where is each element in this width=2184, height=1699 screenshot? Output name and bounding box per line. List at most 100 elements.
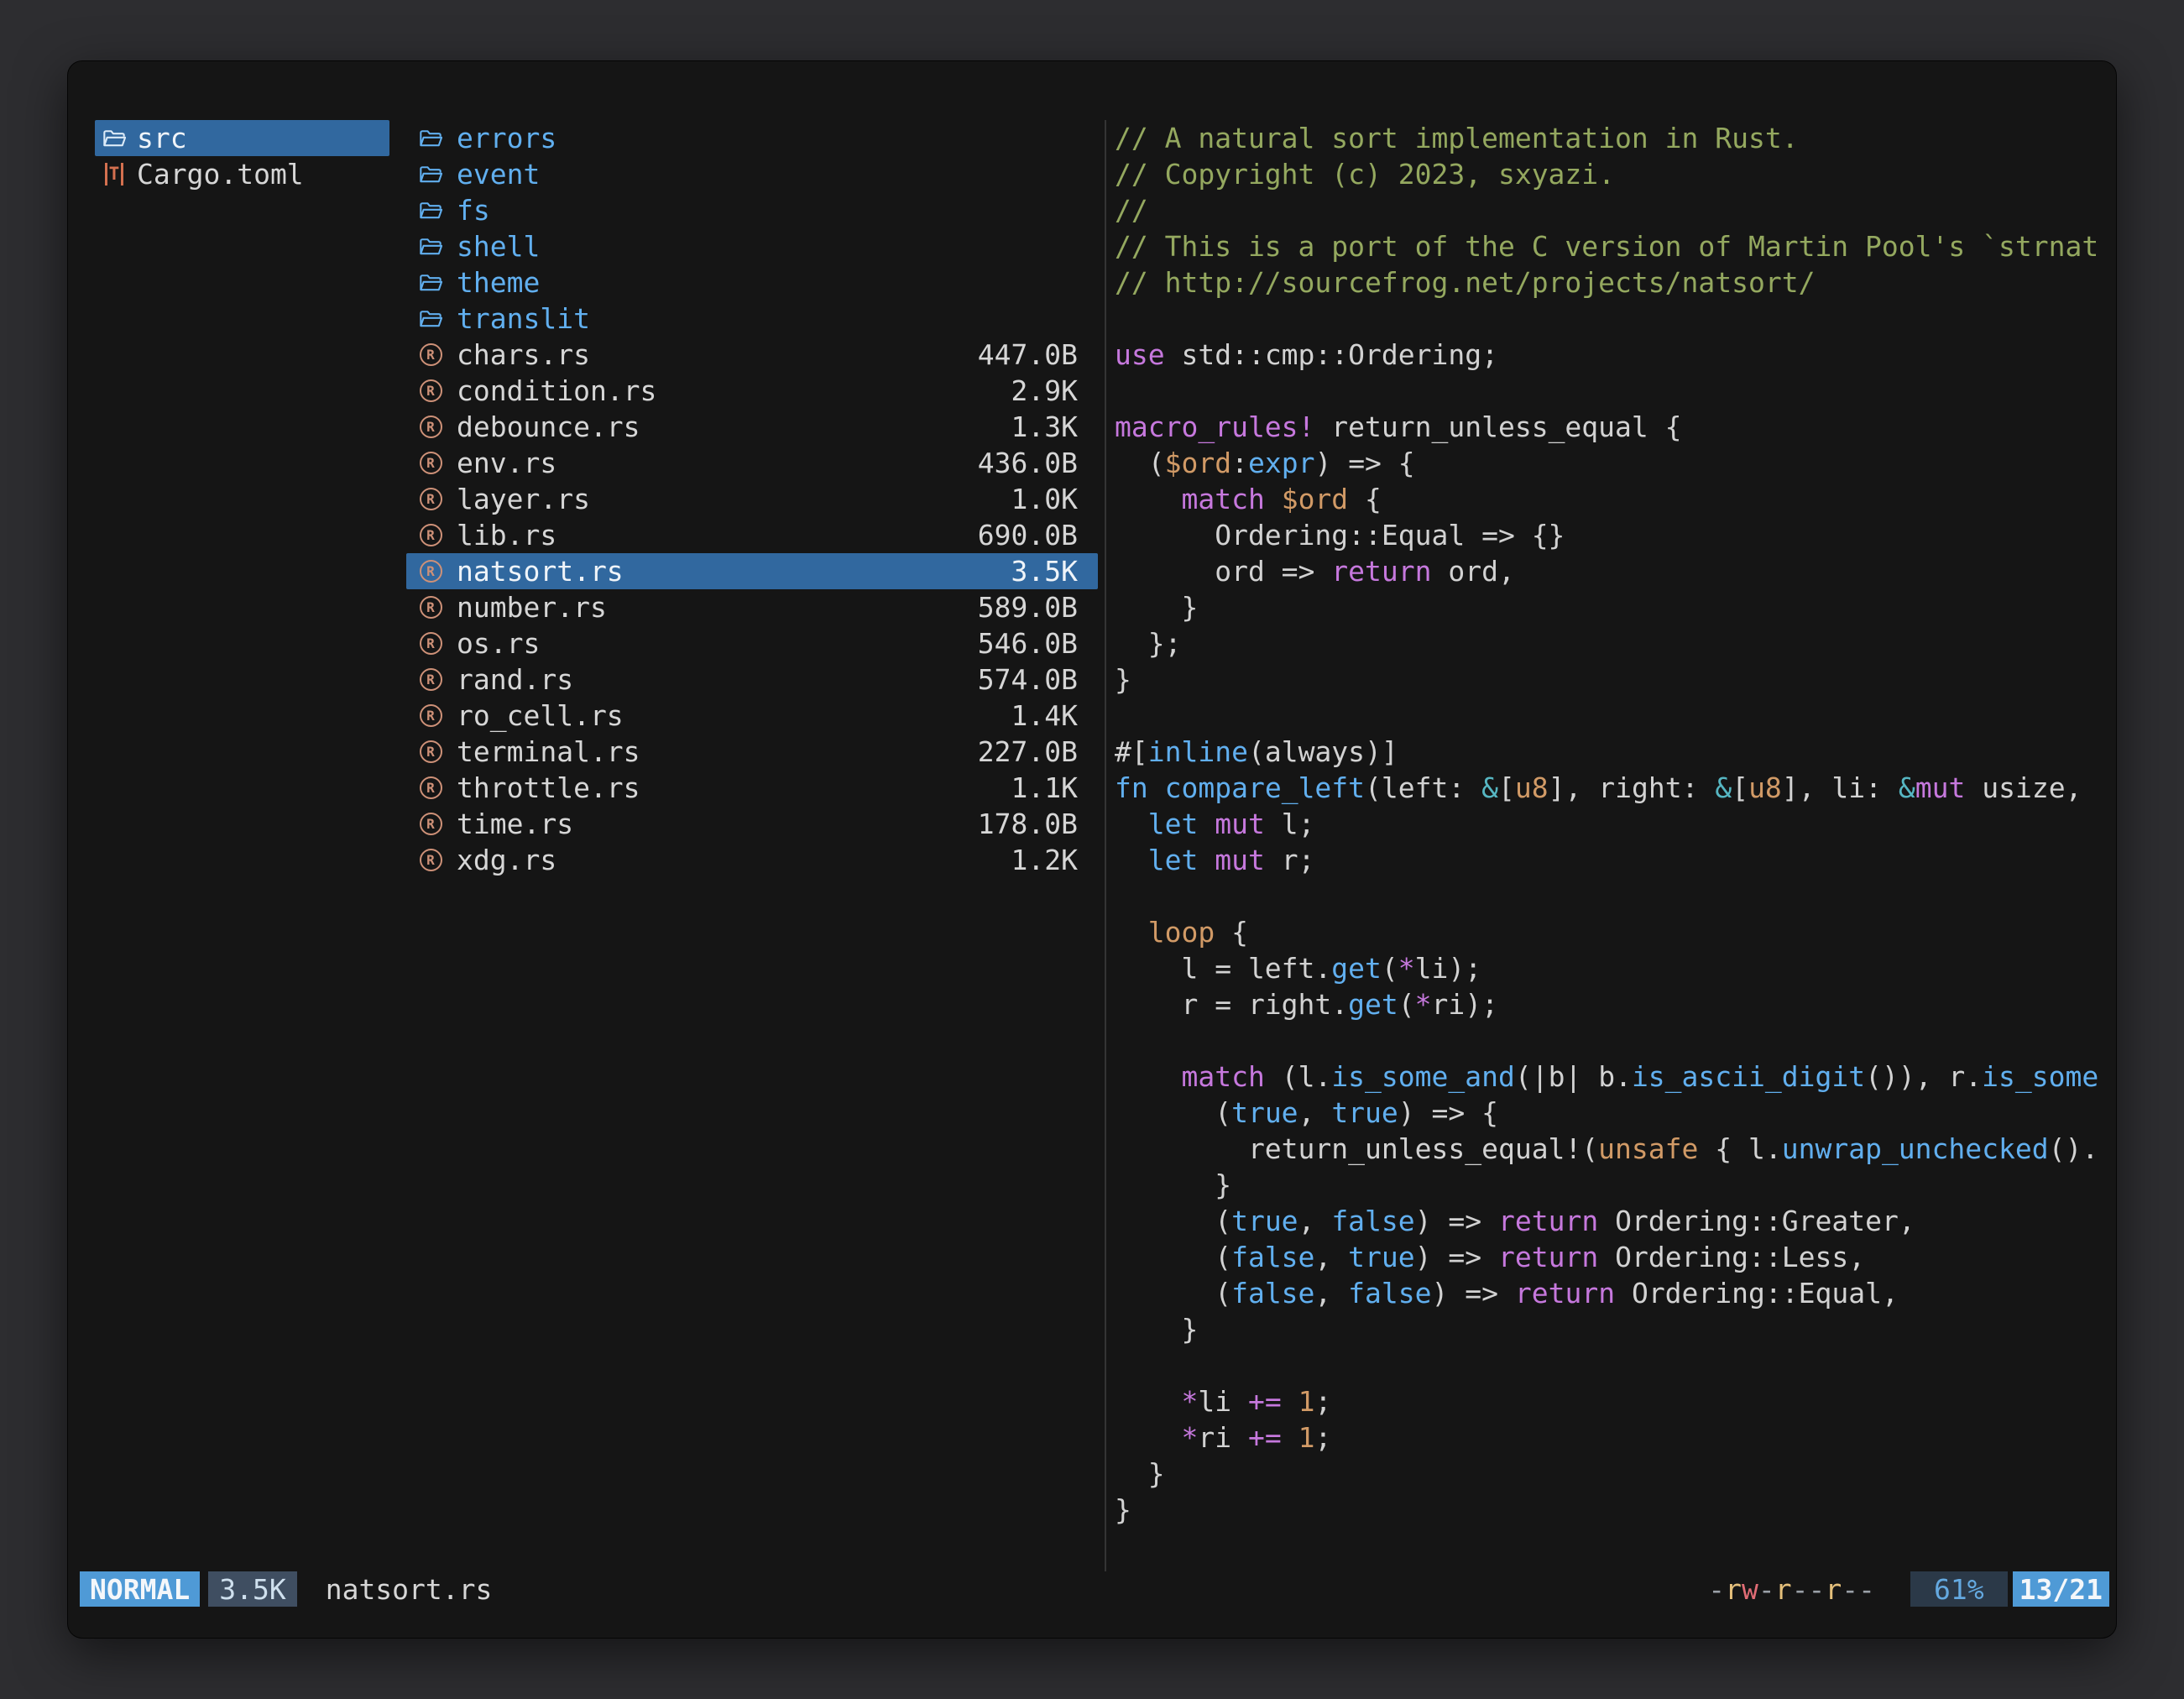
current-item-theme[interactable]: theme xyxy=(406,264,1098,301)
current-item-ro_cell.rs[interactable]: Rro_cell.rs1.4K xyxy=(406,698,1098,734)
rust-file-icon: R xyxy=(418,668,443,691)
file-name: debounce.rs xyxy=(457,410,640,443)
folder-icon xyxy=(418,163,443,186)
current-item-shell[interactable]: shell xyxy=(406,228,1098,264)
rust-file-icon: R xyxy=(418,632,443,655)
file-name: condition.rs xyxy=(457,374,656,407)
code-line: use std::cmp::Ordering; xyxy=(1115,337,2116,373)
code-line: // http://sourcefrog.net/projects/natsor… xyxy=(1115,264,2116,301)
code-line: let mut r; xyxy=(1115,842,2116,878)
permission-char: - xyxy=(1842,1573,1858,1606)
status-filename: natsort.rs xyxy=(326,1571,493,1607)
code-line: ord => return ord, xyxy=(1115,553,2116,589)
file-size: 436.0B xyxy=(968,447,1078,479)
code-line: match (l.is_some_and(|b| b.is_ascii_digi… xyxy=(1115,1059,2116,1095)
current-item-terminal.rs[interactable]: Rterminal.rs227.0B xyxy=(406,734,1098,770)
current-item-os.rs[interactable]: Ros.rs546.0B xyxy=(406,625,1098,661)
rust-file-icon: R xyxy=(418,416,443,438)
file-name: layer.rs xyxy=(457,483,590,515)
code-line: } xyxy=(1115,1167,2116,1203)
folder-icon xyxy=(418,199,443,222)
file-size: 1.2K xyxy=(1001,844,1078,876)
current-item-time.rs[interactable]: Rtime.rs178.0B xyxy=(406,806,1098,842)
current-item-xdg.rs[interactable]: Rxdg.rs1.2K xyxy=(406,842,1098,878)
permission-char: - xyxy=(1792,1573,1809,1606)
folder-icon xyxy=(418,235,443,259)
file-size: 1.3K xyxy=(1001,410,1078,443)
code-line: loop { xyxy=(1115,914,2116,950)
folder-icon xyxy=(418,127,443,150)
file-name: throttle.rs xyxy=(457,771,640,804)
current-item-condition.rs[interactable]: Rcondition.rs2.9K xyxy=(406,373,1098,409)
folder-icon xyxy=(418,307,443,331)
code-line: return_unless_equal!(unsafe { l.unwrap_u… xyxy=(1115,1131,2116,1167)
code-line: } xyxy=(1115,1456,2116,1492)
rust-file-icon: R xyxy=(418,596,443,619)
code-line: // xyxy=(1115,192,2116,228)
code-line: (true, true) => { xyxy=(1115,1095,2116,1131)
rust-file-icon: R xyxy=(418,776,443,799)
code-line: fn compare_left(left: &[u8], right: &[u8… xyxy=(1115,770,2116,806)
permission-char: - xyxy=(1858,1573,1875,1606)
current-item-debounce.rs[interactable]: Rdebounce.rs 1.3K xyxy=(406,409,1098,445)
current-item-env.rs[interactable]: Renv.rs 436.0B xyxy=(406,445,1098,481)
code-line: } xyxy=(1115,1492,2116,1528)
code-line: }; xyxy=(1115,625,2116,661)
code-line: (false, false) => return Ordering::Equal… xyxy=(1115,1275,2116,1311)
code-line xyxy=(1115,373,2116,409)
rust-file-icon: R xyxy=(418,849,443,871)
rust-file-icon: R xyxy=(418,488,443,510)
file-size-badge: 3.5K xyxy=(208,1571,296,1607)
file-size: 227.0B xyxy=(968,735,1078,768)
current-item-lib.rs[interactable]: Rlib.rs690.0B xyxy=(406,517,1098,553)
permission-char: r xyxy=(1775,1573,1792,1606)
file-name: ro_cell.rs xyxy=(457,699,624,732)
code-line: *li += 1; xyxy=(1115,1383,2116,1419)
current-item-number.rs[interactable]: Rnumber.rs589.0B xyxy=(406,589,1098,625)
file-size: 447.0B xyxy=(968,338,1078,371)
permission-char: w xyxy=(1742,1573,1758,1606)
current-item-fs[interactable]: fs xyxy=(406,192,1098,228)
current-item-event[interactable]: event xyxy=(406,156,1098,192)
code-line: Ordering::Equal => {} xyxy=(1115,517,2116,553)
folder-icon xyxy=(102,127,127,150)
code-line: *ri += 1; xyxy=(1115,1419,2116,1456)
toml-file-icon: T xyxy=(102,163,127,186)
file-name: translit xyxy=(457,302,590,335)
current-item-layer.rs[interactable]: Rlayer.rs1.0K xyxy=(406,481,1098,517)
parent-item-Cargo.toml[interactable]: TCargo.toml xyxy=(95,156,389,192)
code-line: macro_rules! return_unless_equal { xyxy=(1115,409,2116,445)
current-item-errors[interactable]: errors xyxy=(406,120,1098,156)
permission-char: - xyxy=(1809,1573,1826,1606)
current-item-throttle.rs[interactable]: Rthrottle.rs 1.1K xyxy=(406,770,1098,806)
file-name: rand.rs xyxy=(457,663,573,696)
file-size: 2.9K xyxy=(1001,374,1078,407)
permission-char: - xyxy=(1708,1573,1725,1606)
current-item-chars.rs[interactable]: Rchars.rs447.0B xyxy=(406,337,1098,373)
file-name: env.rs xyxy=(457,447,556,479)
current-item-translit[interactable]: translit xyxy=(406,301,1098,337)
status-spacer xyxy=(492,1571,1708,1607)
current-item-rand.rs[interactable]: Rrand.rs574.0B xyxy=(406,661,1098,698)
code-line xyxy=(1115,1347,2116,1383)
mode-badge: NORMAL xyxy=(80,1571,200,1607)
parent-item-src[interactable]: src xyxy=(95,120,389,156)
code-line: // A natural sort implementation in Rust… xyxy=(1115,120,2116,156)
status-bar: NORMAL 3.5K natsort.rs -rw-r--r-- 61% 13… xyxy=(68,1571,2116,1607)
code-line xyxy=(1115,301,2116,337)
parent-directory-pane: srcTCargo.toml xyxy=(95,120,389,1571)
code-line xyxy=(1115,878,2116,914)
file-name: natsort.rs xyxy=(457,555,624,588)
file-size: 690.0B xyxy=(968,519,1078,552)
current-item-natsort.rs[interactable]: Rnatsort.rs3.5K xyxy=(406,553,1098,589)
file-name: terminal.rs xyxy=(457,735,640,768)
code-line xyxy=(1115,698,2116,734)
rust-file-icon: R xyxy=(418,813,443,835)
rust-file-icon: R xyxy=(418,452,443,474)
permission-char: - xyxy=(1758,1573,1775,1606)
code-line: (false, true) => return Ordering::Less, xyxy=(1115,1239,2116,1275)
file-size: 1.1K xyxy=(1001,771,1078,804)
code-line: #[inline(always)] xyxy=(1115,734,2116,770)
code-line: // This is a port of the C version of Ma… xyxy=(1115,228,2116,264)
file-permissions: -rw-r--r-- xyxy=(1708,1571,1875,1607)
